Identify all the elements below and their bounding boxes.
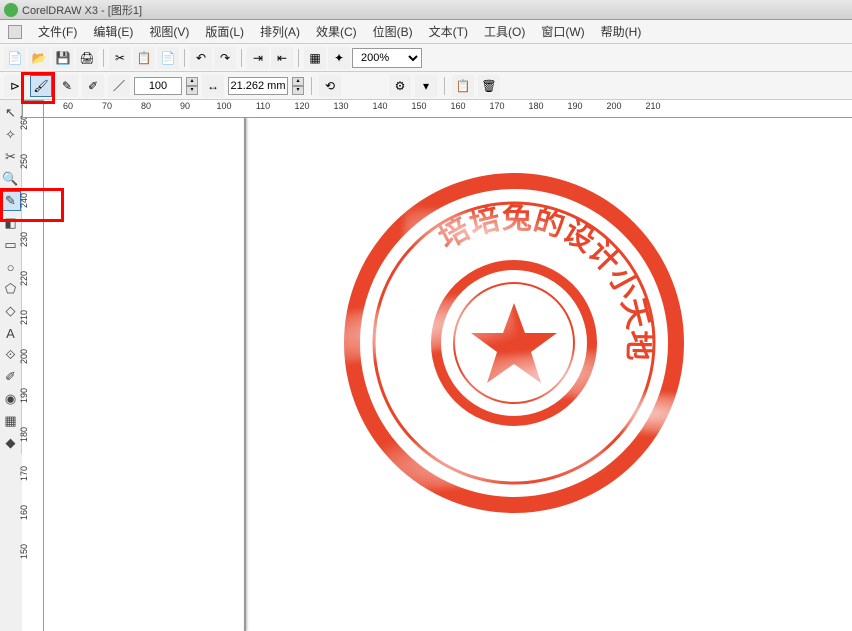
prop-btn-4[interactable]: ✐ (82, 75, 104, 97)
crop-tool[interactable]: ✂ (1, 147, 21, 167)
ruler-tick: 180 (19, 422, 29, 442)
window-title: CorelDRAW X3 - [图形1] (22, 2, 142, 18)
redo-button[interactable]: ↷ (214, 47, 236, 69)
ruler-tick: 150 (19, 539, 29, 559)
zoom-select[interactable]: 200% (352, 48, 422, 68)
ruler-tick: 190 (19, 383, 29, 403)
menu-工具o[interactable]: 工具(O) (476, 21, 533, 42)
ruler-tick: 60 (63, 101, 73, 111)
ruler-tick: 200 (19, 344, 29, 364)
ruler-tick: 250 (19, 149, 29, 169)
dimension-input[interactable] (228, 77, 288, 95)
ruler-tick: 170 (19, 461, 29, 481)
menubar: 文件(F)编辑(E)视图(V)版面(L)排列(A)效果(C)位图(B)文本(T)… (0, 20, 852, 44)
menu-排列a[interactable]: 排列(A) (252, 21, 308, 42)
menu-效果c[interactable]: 效果(C) (308, 21, 365, 42)
menu-文件f[interactable]: 文件(F) (30, 21, 85, 42)
rectangle-tool[interactable]: ▭ (1, 235, 21, 255)
undo-button[interactable]: ↶ (190, 47, 212, 69)
ruler-tick: 90 (180, 101, 190, 111)
menu-窗口w[interactable]: 窗口(W) (533, 21, 592, 42)
nib-size-spinner[interactable]: ▴▾ (186, 77, 198, 95)
export-button[interactable]: ⇤ (271, 47, 293, 69)
prop-gear-button[interactable]: ⚙ (389, 75, 411, 97)
page-boundary (244, 118, 246, 631)
standard-toolbar: 📄 📂 💾 🖨 ✂ 📋 📄 ↶ ↷ ⇥ ⇤ ▦ ✦ 200% (0, 44, 852, 72)
ruler-tick: 110 (256, 101, 270, 111)
menu-版面l[interactable]: 版面(L) (197, 21, 252, 42)
ruler-tick: 200 (606, 101, 621, 111)
zoom-tool[interactable]: 🔍 (1, 169, 21, 189)
prop-btn-1[interactable]: ⊳ (4, 75, 26, 97)
ruler-tick: 80 (141, 101, 151, 111)
open-button[interactable]: 📂 (28, 47, 50, 69)
ruler-tick: 170 (489, 101, 504, 111)
ruler-tick: 210 (645, 101, 660, 111)
prop-btn-5[interactable]: ／ (108, 75, 130, 97)
basic-shapes-tool[interactable]: ◇ (1, 301, 21, 321)
fill-tool[interactable]: ▦ (1, 411, 21, 431)
interactive-fill-tool[interactable]: ◆ (1, 433, 21, 453)
ruler-tick: 160 (19, 500, 29, 520)
ruler-tick: 230 (19, 227, 29, 247)
ruler-tick: 100 (216, 101, 231, 111)
app-launcher-button[interactable]: ▦ (304, 47, 326, 69)
smudge-preset-button[interactable]: 🖌 (30, 75, 52, 97)
dimension-icon: ↔ (202, 75, 224, 97)
ruler-tick: 220 (19, 266, 29, 286)
save-button[interactable]: 💾 (52, 47, 74, 69)
horizontal-ruler[interactable]: 60 70 80 90 100 110 120 130 140 150 160 170 180 190 20… (44, 100, 852, 118)
system-menu-icon[interactable] (8, 25, 22, 39)
ruler-tick: 140 (372, 101, 387, 111)
ruler-tick: 70 (102, 101, 112, 111)
cut-button[interactable]: ✂ (109, 47, 131, 69)
pick-tool[interactable]: ↖ (1, 103, 21, 123)
menu-视图v[interactable]: 视图(V) (141, 21, 197, 42)
ruler-tick: 150 (411, 101, 426, 111)
prop-delete-button[interactable]: 🗑 (478, 75, 500, 97)
ruler-tick: 210 (19, 305, 29, 325)
titlebar: CorelDRAW X3 - [图形1] (0, 0, 852, 20)
nib-size-input[interactable] (134, 77, 182, 95)
ellipse-tool[interactable]: ○ (1, 257, 21, 277)
outline-tool[interactable]: ◉ (1, 389, 21, 409)
welcome-button[interactable]: ✦ (328, 47, 350, 69)
canvas[interactable]: 培培兔的设计小天地 (44, 118, 852, 631)
prop-dropdown-button[interactable]: ▾ (415, 75, 437, 97)
new-button[interactable]: 📄 (4, 47, 26, 69)
ruler-tick: 130 (333, 101, 348, 111)
print-button[interactable]: 🖨 (76, 47, 98, 69)
dimension-spinner[interactable]: ▴▾ (292, 77, 304, 95)
prop-copy-button[interactable]: 📋 (452, 75, 474, 97)
menu-帮助h[interactable]: 帮助(H) (593, 21, 650, 42)
ruler-corner[interactable] (22, 100, 44, 118)
menu-位图b[interactable]: 位图(B) (365, 21, 421, 42)
eyedropper-tool[interactable]: ✐ (1, 367, 21, 387)
menu-文本t[interactable]: 文本(T) (421, 21, 476, 42)
prop-btn-6[interactable]: ⟲ (319, 75, 341, 97)
vertical-ruler[interactable]: 260250240230220210200190180170160150 (22, 118, 44, 631)
text-tool[interactable]: A (1, 323, 21, 343)
smart-fill-tool[interactable]: ◧ (1, 213, 21, 233)
interactive-blend-tool[interactable]: ⟐ (1, 345, 21, 365)
ruler-tick: 120 (294, 101, 309, 111)
menu-编辑e[interactable]: 编辑(E) (85, 21, 141, 42)
stamp-artwork[interactable]: 培培兔的设计小天地 (344, 173, 684, 513)
freehand-tool[interactable]: ✎ (1, 191, 21, 211)
copy-button[interactable]: 📋 (133, 47, 155, 69)
ruler-tick: 160 (450, 101, 465, 111)
polygon-tool[interactable]: ⬠ (1, 279, 21, 299)
paste-button[interactable]: 📄 (157, 47, 179, 69)
ruler-tick: 180 (528, 101, 543, 111)
ruler-tick: 240 (19, 188, 29, 208)
shape-tool[interactable]: ✧ (1, 125, 21, 145)
app-icon (4, 3, 18, 17)
prop-btn-3[interactable]: ✎ (56, 75, 78, 97)
ruler-tick: 190 (567, 101, 582, 111)
import-button[interactable]: ⇥ (247, 47, 269, 69)
property-bar: ⊳ 🖌 ✎ ✐ ／ ▴▾ ↔ ▴▾ ⟲ ⚙ ▾ 📋 🗑 (0, 72, 852, 100)
